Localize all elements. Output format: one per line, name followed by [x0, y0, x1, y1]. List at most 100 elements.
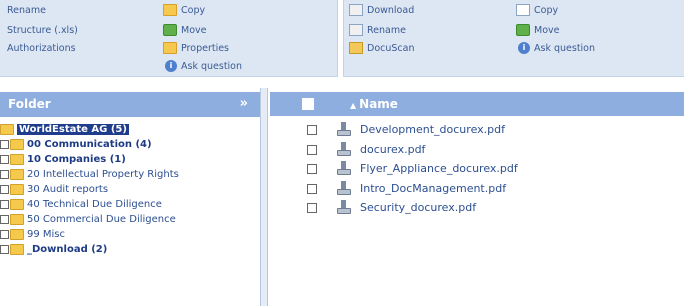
file-row[interactable]: docurex.pdf: [270, 140, 684, 160]
file-checkbox[interactable]: [307, 203, 317, 213]
folder-authorizations-button[interactable]: Authorizations: [7, 40, 76, 56]
file-ask-question-label: Ask question: [534, 42, 596, 54]
download-icon[interactable]: [337, 141, 351, 156]
tree-item-checkbox[interactable]: [0, 230, 9, 239]
tree-item[interactable]: 00 Communication (4): [0, 137, 258, 152]
folder-rename-button[interactable]: Rename: [7, 2, 46, 18]
tree-item-checkbox[interactable]: [0, 200, 9, 209]
info-icon: i: [165, 60, 177, 72]
download-icon[interactable]: [337, 122, 351, 136]
file-row[interactable]: Intro_DocManagement.pdf: [270, 179, 684, 199]
folder-copy-label: Copy: [181, 4, 206, 16]
folder-actions-panel: Rename Structure (.xls) Authorizations C…: [0, 0, 338, 77]
file-rename-label: Rename: [367, 24, 406, 36]
folder-icon: [10, 184, 24, 195]
folder-open-icon: [0, 124, 14, 135]
sort-ascending-icon: ▲: [350, 101, 357, 110]
name-column-label: Name: [359, 97, 398, 111]
select-all-checkbox[interactable]: [302, 98, 314, 110]
tree-item-checkbox[interactable]: [0, 185, 9, 194]
folder-tree: WorldEstate AG (5) 00 Communication (4) …: [0, 122, 258, 257]
tree-item[interactable]: 30 Audit reports: [0, 182, 258, 197]
file-rename-button[interactable]: Rename: [349, 22, 406, 38]
folder-structure-xls-button[interactable]: Structure (.xls): [7, 22, 78, 38]
file-copy-label: Copy: [534, 4, 559, 16]
folder-move-button[interactable]: Move: [163, 22, 206, 38]
folder-rename-label: Rename: [7, 4, 46, 16]
file-checkbox[interactable]: [307, 144, 317, 155]
folder-panel-header: Folder »: [0, 92, 260, 117]
panel-splitter[interactable]: [260, 88, 268, 306]
file-ask-question-button[interactable]: i Ask question: [518, 40, 595, 56]
copy-folder-icon: [163, 4, 177, 16]
folder-panel-title: Folder: [8, 97, 51, 111]
tree-item[interactable]: 40 Technical Due Diligence: [0, 197, 258, 212]
file-name-link[interactable]: Flyer_Appliance_docurex.pdf: [360, 162, 518, 175]
folder-icon: [10, 169, 24, 180]
tree-item[interactable]: 99 Misc: [0, 227, 258, 242]
tree-root-label[interactable]: WorldEstate AG (5): [17, 124, 129, 135]
tree-item-label[interactable]: 00 Communication (4): [27, 139, 152, 150]
collapse-panel-icon[interactable]: »: [240, 96, 248, 111]
tree-item-label[interactable]: 99 Misc: [27, 229, 65, 240]
file-name-link[interactable]: docurex.pdf: [360, 143, 425, 156]
download-icon[interactable]: [337, 161, 351, 175]
folder-icon: [10, 229, 24, 240]
file-row[interactable]: Development_docurex.pdf: [270, 120, 684, 140]
name-column-header[interactable]: ▲ Name: [350, 97, 398, 111]
folder-ask-question-label: Ask question: [181, 60, 243, 72]
file-checkbox[interactable]: [307, 164, 317, 174]
docuscan-icon: [349, 42, 363, 54]
tree-root[interactable]: WorldEstate AG (5): [0, 122, 258, 137]
tree-item-checkbox[interactable]: [0, 140, 9, 149]
tree-item-checkbox[interactable]: [0, 155, 9, 164]
tree-item-label[interactable]: 30 Audit reports: [27, 184, 108, 195]
tree-item[interactable]: 50 Commercial Due Diligence: [0, 212, 258, 227]
rename-document-icon: [349, 24, 363, 36]
tree-item-label[interactable]: 20 Intellectual Property Rights: [27, 169, 179, 180]
file-name-link[interactable]: Development_docurex.pdf: [360, 123, 505, 136]
folder-icon: [10, 214, 24, 225]
tree-item[interactable]: 10 Companies (1): [0, 152, 258, 167]
folder-icon: [10, 154, 24, 165]
move-arrow-icon: [163, 24, 177, 36]
file-docuscan-label: DocuScan: [367, 42, 415, 54]
tree-item-checkbox[interactable]: [0, 245, 9, 254]
info-icon: i: [518, 42, 530, 54]
folder-authorizations-label: Authorizations: [7, 42, 76, 54]
file-checkbox[interactable]: [307, 183, 317, 194]
tree-item-label[interactable]: 40 Technical Due Diligence: [27, 199, 162, 210]
properties-folder-icon: [163, 42, 177, 54]
file-docuscan-button[interactable]: DocuScan: [349, 40, 414, 56]
toolbar: Rename Structure (.xls) Authorizations C…: [0, 0, 684, 80]
file-name-link[interactable]: Intro_DocManagement.pdf: [360, 182, 506, 195]
tree-item-checkbox[interactable]: [0, 170, 9, 179]
tree-item-label[interactable]: 10 Companies (1): [27, 154, 126, 165]
file-row[interactable]: Flyer_Appliance_docurex.pdf: [270, 159, 684, 179]
file-name-link[interactable]: Security_docurex.pdf: [360, 201, 476, 214]
folder-properties-button[interactable]: Properties: [163, 40, 229, 56]
tree-item-checkbox[interactable]: [0, 215, 9, 224]
file-move-button[interactable]: Move: [516, 22, 559, 38]
file-move-label: Move: [534, 24, 560, 36]
file-list: Development_docurex.pdf docurex.pdf Flye…: [270, 120, 684, 218]
file-copy-button[interactable]: Copy: [516, 2, 558, 18]
folder-properties-label: Properties: [181, 42, 230, 54]
tree-item[interactable]: 20 Intellectual Property Rights: [0, 167, 258, 182]
move-arrow-icon: [516, 24, 530, 36]
tree-item[interactable]: _Download (2): [0, 242, 258, 257]
folder-ask-question-button[interactable]: i Ask question: [165, 58, 242, 74]
file-checkbox[interactable]: [307, 125, 317, 135]
file-download-label: Download: [367, 4, 415, 16]
file-row[interactable]: Security_docurex.pdf: [270, 198, 684, 218]
download-icon[interactable]: [337, 180, 351, 195]
download-icon[interactable]: [337, 200, 351, 214]
tree-item-label[interactable]: _Download (2): [27, 244, 107, 255]
file-list-header: ▲ Name: [270, 92, 684, 116]
folder-icon: [10, 139, 24, 150]
download-icon: [349, 4, 363, 16]
folder-move-label: Move: [181, 24, 207, 36]
folder-copy-button[interactable]: Copy: [163, 2, 205, 18]
tree-item-label[interactable]: 50 Commercial Due Diligence: [27, 214, 176, 225]
file-download-button[interactable]: Download: [349, 2, 414, 18]
